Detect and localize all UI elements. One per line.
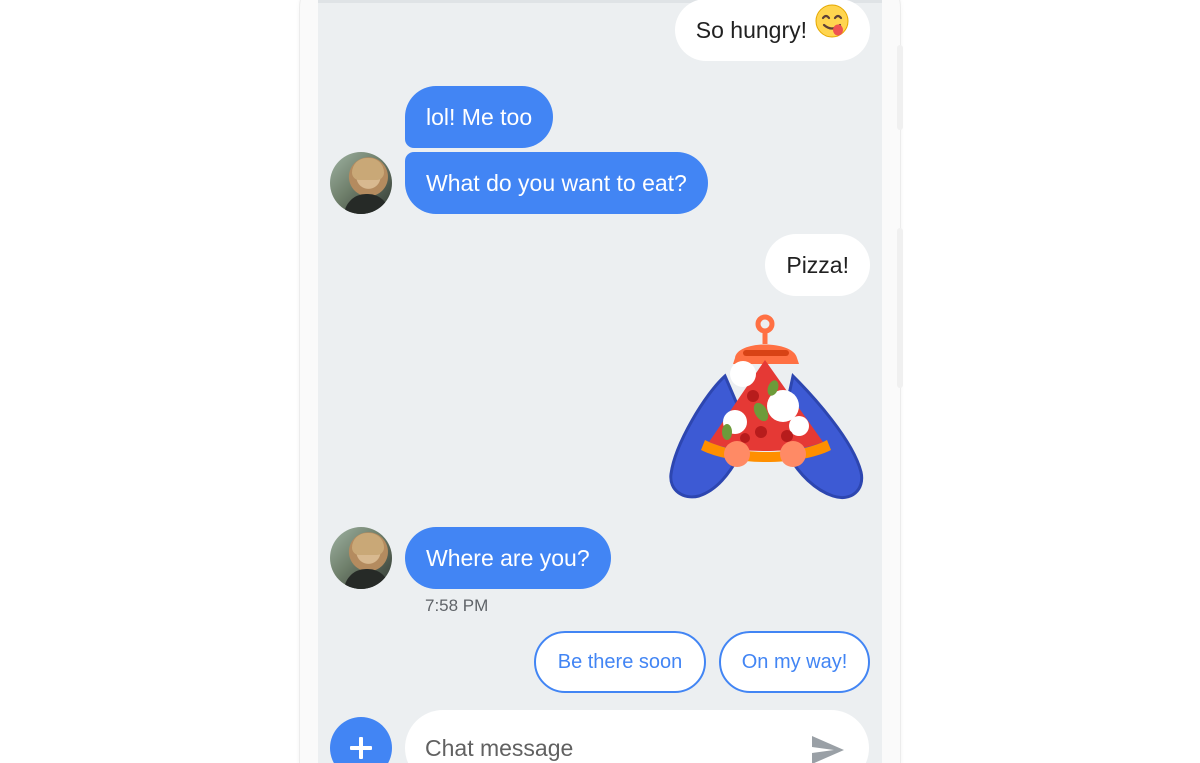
message-text: What do you want to eat? [426,170,687,196]
face-savoring-food-emoji-icon [815,0,849,61]
incoming-message[interactable]: Where are you? [405,527,611,589]
smart-reply-chip[interactable]: On my way! [719,631,870,693]
message-text: Where are you? [426,545,590,571]
send-icon [812,736,844,763]
smart-reply-chip[interactable]: Be there soon [534,631,706,693]
stage: So hungry! lol! Me too What do you want … [0,0,1200,763]
message-text: So hungry! [695,17,807,43]
contact-avatar[interactable] [330,527,392,589]
outgoing-message[interactable]: So hungry! [674,0,870,61]
avatar-hair [352,533,384,555]
avatar-shoulder [344,194,390,214]
add-attachment-button[interactable] [330,717,392,763]
avatar-hair [352,158,384,180]
message-timestamp: 7:58 PM [425,596,489,615]
incoming-message[interactable]: What do you want to eat? [405,152,708,214]
chat-message-input[interactable] [425,730,785,763]
outgoing-message[interactable]: Pizza! [765,234,870,296]
message-text: lol! Me too [426,104,533,130]
avatar-shoulder [344,569,390,589]
send-button[interactable] [810,734,846,763]
phone-side-button [897,228,903,388]
compose-bar [405,710,869,763]
message-text: Pizza! [786,252,849,278]
chat-screen: So hungry! lol! Me too What do you want … [318,0,882,763]
plus-icon [350,737,372,759]
contact-avatar[interactable] [330,152,392,214]
pizza-sticker[interactable] [665,314,869,502]
phone-side-button [897,45,903,130]
incoming-message[interactable]: lol! Me too [405,86,554,148]
